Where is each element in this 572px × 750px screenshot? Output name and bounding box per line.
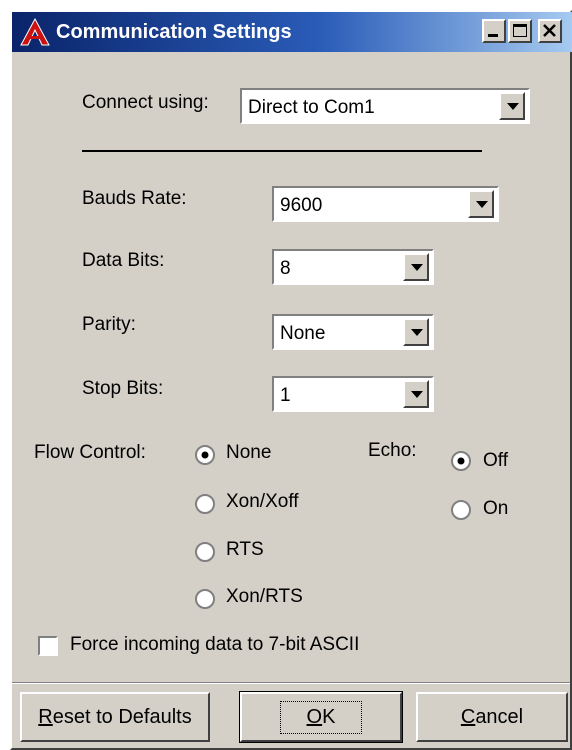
stop-bits-select[interactable]: 1 — [272, 376, 434, 412]
connect-using-select[interactable]: Direct to Com1 — [240, 88, 530, 124]
title-bar[interactable]: Communication Settings — [12, 12, 572, 52]
echo-on-radio[interactable] — [450, 499, 472, 521]
app-logo-icon — [20, 18, 50, 46]
close-button[interactable] — [538, 19, 562, 43]
stop-bits-dropdown-button[interactable] — [403, 380, 429, 408]
connect-using-value: Direct to Com1 — [248, 97, 375, 118]
data-bits-dropdown-button[interactable] — [403, 253, 429, 281]
reset-button-label: eset to Defaults — [52, 705, 192, 728]
flow-control-none-label[interactable]: None — [226, 442, 271, 464]
chevron-down-icon — [411, 391, 423, 398]
cancel-button[interactable]: Cancel — [416, 692, 568, 742]
bauds-rate-label: Bauds Rate: — [82, 188, 187, 209]
minimize-button[interactable] — [482, 19, 506, 43]
parity-dropdown-button[interactable] — [403, 318, 429, 346]
window-title: Communication Settings — [56, 21, 292, 43]
data-bits-value: 8 — [280, 258, 291, 279]
echo-off-label[interactable]: Off — [483, 450, 508, 472]
flow-control-rts-label[interactable]: RTS — [226, 539, 264, 561]
chevron-down-icon — [507, 103, 519, 110]
ok-button[interactable]: OK — [239, 691, 403, 743]
flow-control-xon-rts-label[interactable]: Xon/RTS — [226, 586, 303, 608]
force-ascii-label[interactable]: Force incoming data to 7-bit ASCII — [70, 634, 359, 656]
ok-button-label: K — [322, 705, 336, 728]
stop-bits-value: 1 — [280, 385, 291, 406]
chevron-down-icon — [411, 329, 423, 336]
chevron-down-icon — [411, 264, 423, 271]
echo-off-radio[interactable] — [450, 450, 472, 472]
flow-control-xon-xoff-radio[interactable] — [194, 493, 216, 515]
parity-value: None — [280, 323, 326, 344]
reset-to-defaults-button[interactable]: Reset to Defaults — [20, 692, 210, 742]
echo-label: Echo: — [368, 440, 417, 461]
echo-on-label[interactable]: On — [483, 498, 508, 520]
cancel-button-label: ancel — [475, 705, 524, 728]
data-bits-label: Data Bits: — [82, 250, 165, 271]
connect-using-dropdown-button[interactable] — [499, 92, 525, 120]
bauds-rate-dropdown-button[interactable] — [468, 190, 494, 218]
data-bits-select[interactable]: 8 — [272, 249, 434, 285]
ok-mnemonic: O — [306, 705, 323, 728]
maximize-button[interactable] — [508, 19, 532, 43]
bauds-rate-select[interactable]: 9600 — [272, 186, 499, 222]
flow-control-rts-radio[interactable] — [194, 541, 216, 563]
flow-control-xon-rts-radio[interactable] — [194, 588, 216, 610]
close-icon — [543, 24, 556, 37]
flow-control-xon-xoff-label[interactable]: Xon/Xoff — [226, 491, 299, 513]
parity-label: Parity: — [82, 314, 136, 335]
minimize-icon — [488, 34, 498, 37]
chevron-down-icon — [476, 201, 488, 208]
cancel-mnemonic: C — [460, 705, 476, 728]
connect-using-label: Connect using: — [82, 92, 209, 113]
flow-control-none-radio[interactable] — [194, 444, 216, 466]
maximize-icon — [513, 24, 527, 37]
stop-bits-label: Stop Bits: — [82, 378, 164, 399]
force-ascii-checkbox[interactable] — [38, 636, 58, 656]
ok-focus-rect: OK — [279, 700, 363, 734]
parity-select[interactable]: None — [272, 314, 434, 350]
bauds-rate-value: 9600 — [280, 195, 323, 216]
divider-line — [82, 150, 482, 152]
communication-settings-dialog: Communication Settings Connect using: Di… — [10, 10, 572, 750]
flow-control-label: Flow Control: — [34, 442, 146, 463]
reset-mnemonic: R — [38, 705, 53, 728]
button-separator — [12, 682, 570, 684]
